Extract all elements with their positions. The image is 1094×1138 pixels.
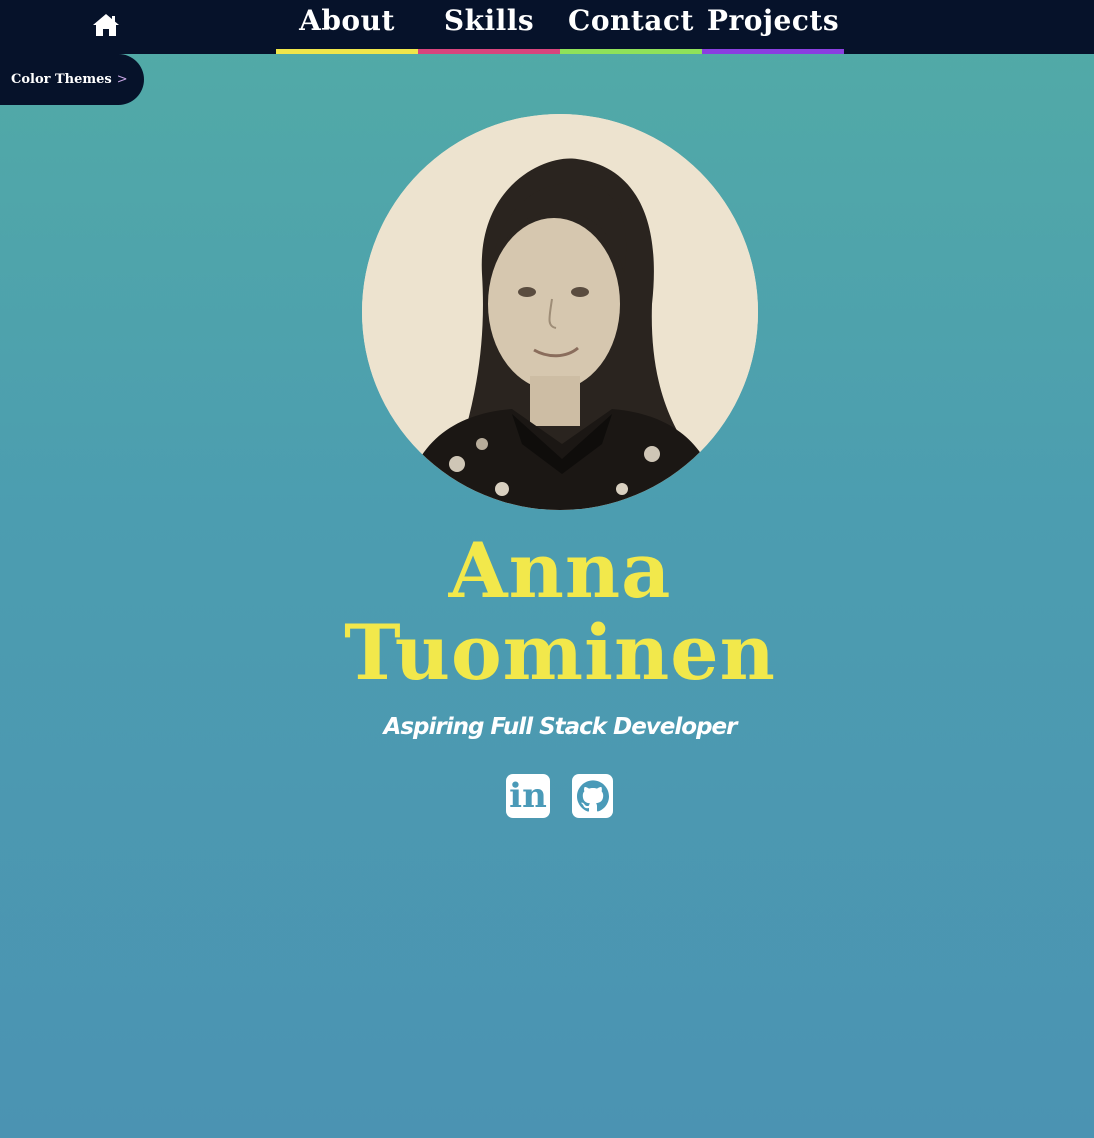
tab-skills[interactable]: Skills bbox=[418, 0, 560, 54]
profile-photo bbox=[362, 114, 758, 510]
tab-contact-underline bbox=[560, 49, 702, 54]
home-icon[interactable] bbox=[92, 12, 120, 38]
tab-about-label: About bbox=[299, 4, 395, 37]
tab-skills-label: Skills bbox=[443, 4, 535, 37]
first-name: Anna bbox=[448, 526, 672, 615]
tab-skills-underline bbox=[418, 49, 560, 54]
top-navigation: About Skills Contact Projects bbox=[0, 0, 1094, 54]
chevron-right-icon: > bbox=[116, 72, 128, 87]
color-themes-label: Color Themes bbox=[11, 72, 112, 87]
tab-projects-label: Projects bbox=[706, 4, 840, 37]
profile-tagline: Aspiring Full Stack Developer bbox=[383, 714, 738, 740]
github-icon[interactable] bbox=[572, 774, 613, 818]
tab-about-underline bbox=[276, 49, 418, 54]
tab-projects-underline bbox=[702, 49, 844, 54]
color-themes-button[interactable]: Color Themes > bbox=[0, 54, 144, 105]
linkedin-icon[interactable]: in bbox=[506, 774, 550, 818]
profile-name: Anna Tuominen bbox=[0, 530, 1094, 694]
last-name: Tuominen bbox=[344, 608, 776, 697]
tab-contact[interactable]: Contact bbox=[560, 0, 702, 54]
tab-projects[interactable]: Projects bbox=[702, 0, 844, 54]
tab-about[interactable]: About bbox=[276, 0, 418, 54]
tab-contact-label: Contact bbox=[568, 4, 694, 37]
linkedin-label: in bbox=[509, 776, 547, 816]
